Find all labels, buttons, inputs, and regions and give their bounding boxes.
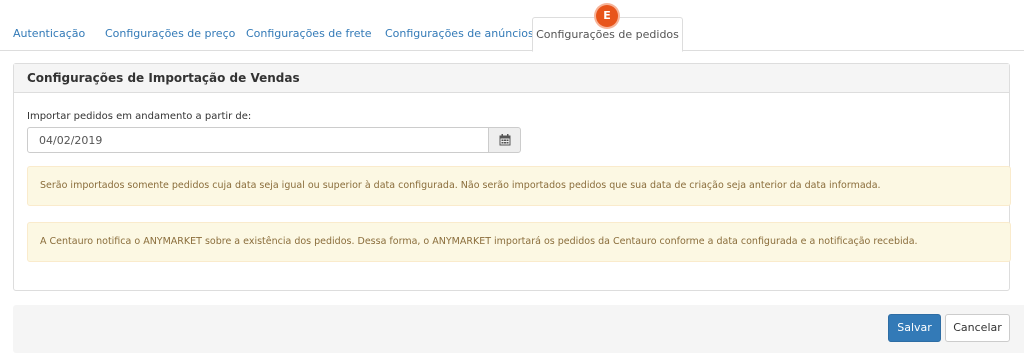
import-date-warning: Serão importados somente pedidos cuja da…: [27, 166, 1011, 206]
notification-warning: A Centauro notifica o ANYMARKET sobre a …: [27, 222, 1011, 262]
tab-bar: Autenticação Configurações de preço Conf…: [0, 0, 1024, 52]
tab-configuracoes-anuncios[interactable]: Configurações de anúncios: [385, 18, 534, 50]
tab-configuracoes-preco[interactable]: Configurações de preço: [105, 18, 235, 50]
tab-autenticacao[interactable]: Autenticação: [13, 18, 85, 50]
calendar-icon: [499, 134, 510, 146]
start-date-input[interactable]: [27, 127, 489, 153]
step-badge: E: [596, 5, 618, 27]
cancel-button[interactable]: Cancelar: [945, 314, 1010, 342]
form-footer: Salvar Cancelar: [13, 305, 1024, 353]
sales-import-panel: Configurações de Importação de Vendas Im…: [13, 63, 1011, 291]
panel-title: Configurações de Importação de Vendas: [14, 64, 1009, 93]
save-button[interactable]: Salvar: [888, 314, 941, 342]
date-field-label: Importar pedidos em andamento a partir d…: [27, 111, 252, 122]
calendar-button[interactable]: [488, 127, 521, 153]
tab-configuracoes-frete[interactable]: Configurações de frete: [246, 18, 372, 50]
